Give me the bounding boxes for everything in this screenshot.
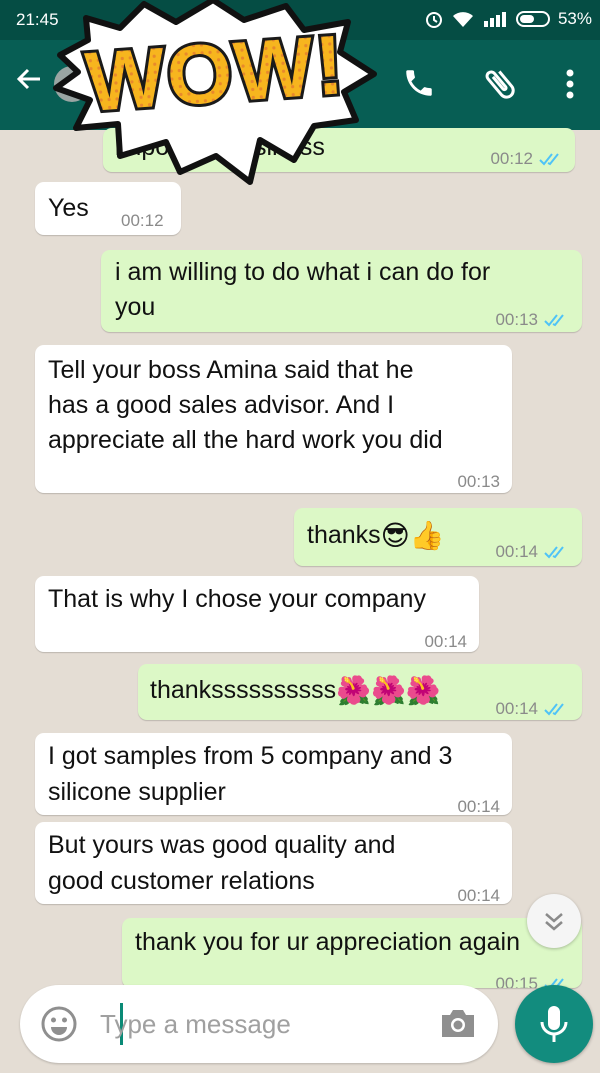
message-bubble-incoming[interactable]: Yes 00:12 [35, 182, 181, 235]
more-options-button[interactable] [555, 66, 585, 102]
message-text-line: appreciate all the hard work you did [48, 426, 443, 454]
message-composer [20, 985, 498, 1063]
message-bubble-outgoing[interactable]: thankssssssssss🌺🌺🌺 00:14 [138, 664, 582, 720]
attach-button[interactable] [480, 64, 520, 104]
chevron-double-down-icon [545, 913, 563, 931]
alarm-icon [425, 12, 442, 28]
voice-call-button[interactable] [402, 66, 438, 102]
camera-icon [442, 1010, 474, 1037]
message-text: Yes [48, 194, 89, 222]
mic-icon [540, 1006, 568, 1042]
message-text: thank you for ur appreciation again [135, 928, 520, 956]
emoji-hibiscus: 🌺🌺🌺 [336, 675, 441, 706]
message-text-line: But yours was good quality and [48, 831, 396, 859]
message-bubble-incoming[interactable]: Tell your boss Amina said that he has a … [35, 345, 512, 493]
message-text-line: silicone supplier [48, 778, 226, 806]
message-meta: 00:14 [495, 534, 570, 570]
smiley-icon [41, 1006, 77, 1042]
message-bubble-incoming[interactable]: That is why I chose your company 00:14 [35, 576, 479, 652]
read-ticks-icon [544, 703, 564, 716]
message-bubble-outgoing[interactable]: thank you for ur appreciation again 00:1… [122, 918, 582, 988]
scroll-to-bottom-button[interactable] [527, 894, 581, 948]
message-time: 00:13 [495, 310, 538, 329]
paperclip-icon [485, 70, 515, 99]
message-time: 00:14 [424, 632, 467, 651]
chat-screen: 21:45 53% WOW! 00:12 Yes 00:12 i am will… [0, 0, 600, 1073]
arrow-left-icon [16, 68, 40, 90]
message-meta: 00:13 [495, 302, 570, 338]
emoji-cool-thumbs-up: 😎👍 [380, 520, 445, 551]
message-bubble-incoming[interactable]: I got samples from 5 company and 3 silic… [35, 733, 512, 816]
battery-icon [515, 11, 550, 27]
message-time: 00:14 [495, 699, 538, 718]
message-text-line: I got samples from 5 company and 3 [48, 742, 453, 770]
message-text-line: Tell your boss Amina said that he [48, 356, 414, 384]
camera-button[interactable] [438, 1005, 478, 1043]
message-time: 00:14 [457, 886, 500, 905]
message-time: 00:14 [457, 797, 500, 816]
message-text-body: thanks [307, 521, 381, 549]
message-time: 00:12 [490, 149, 533, 168]
message-bubble-outgoing[interactable]: thanks😎👍 00:14 [294, 508, 582, 566]
status-icons: 53% [424, 9, 592, 29]
message-text: thanks😎👍 [307, 517, 445, 554]
message-text-line: has a good sales advisor. And I [48, 391, 395, 419]
wifi-icon [452, 12, 473, 27]
read-ticks-icon [544, 314, 564, 327]
message-meta: 00:12 [490, 141, 565, 177]
read-ticks-icon [539, 153, 559, 166]
message-text-body: thankssssssssss [150, 676, 337, 704]
message-time: 00:14 [495, 542, 538, 561]
message-time: 00:12 [121, 211, 164, 230]
phone-icon [406, 70, 432, 96]
voice-record-button[interactable] [515, 985, 593, 1063]
emoji-button[interactable] [40, 1005, 78, 1043]
message-text-line: you [115, 293, 156, 321]
wow-sticker: WOW! [53, 0, 377, 185]
message-text: That is why I chose your company [48, 585, 426, 613]
message-text: thankssssssssss🌺🌺🌺 [150, 672, 441, 709]
read-ticks-icon [544, 546, 564, 559]
message-text-line: good customer relations [48, 867, 315, 895]
sticker-text: WOW! [83, 17, 349, 129]
battery-percent: 53% [557, 9, 592, 28]
message-meta: 00:14 [495, 691, 570, 727]
message-time: 00:13 [457, 472, 500, 491]
message-input[interactable] [100, 1005, 420, 1043]
more-vert-icon [566, 69, 574, 99]
signal-icon [483, 12, 506, 27]
message-bubble-incoming[interactable]: But yours was good quality and good cust… [35, 822, 512, 905]
message-text-line: i am willing to do what i can do for [115, 258, 491, 286]
back-button[interactable] [14, 64, 44, 100]
message-bubble-outgoing[interactable]: i am willing to do what i can do for you… [101, 250, 582, 332]
